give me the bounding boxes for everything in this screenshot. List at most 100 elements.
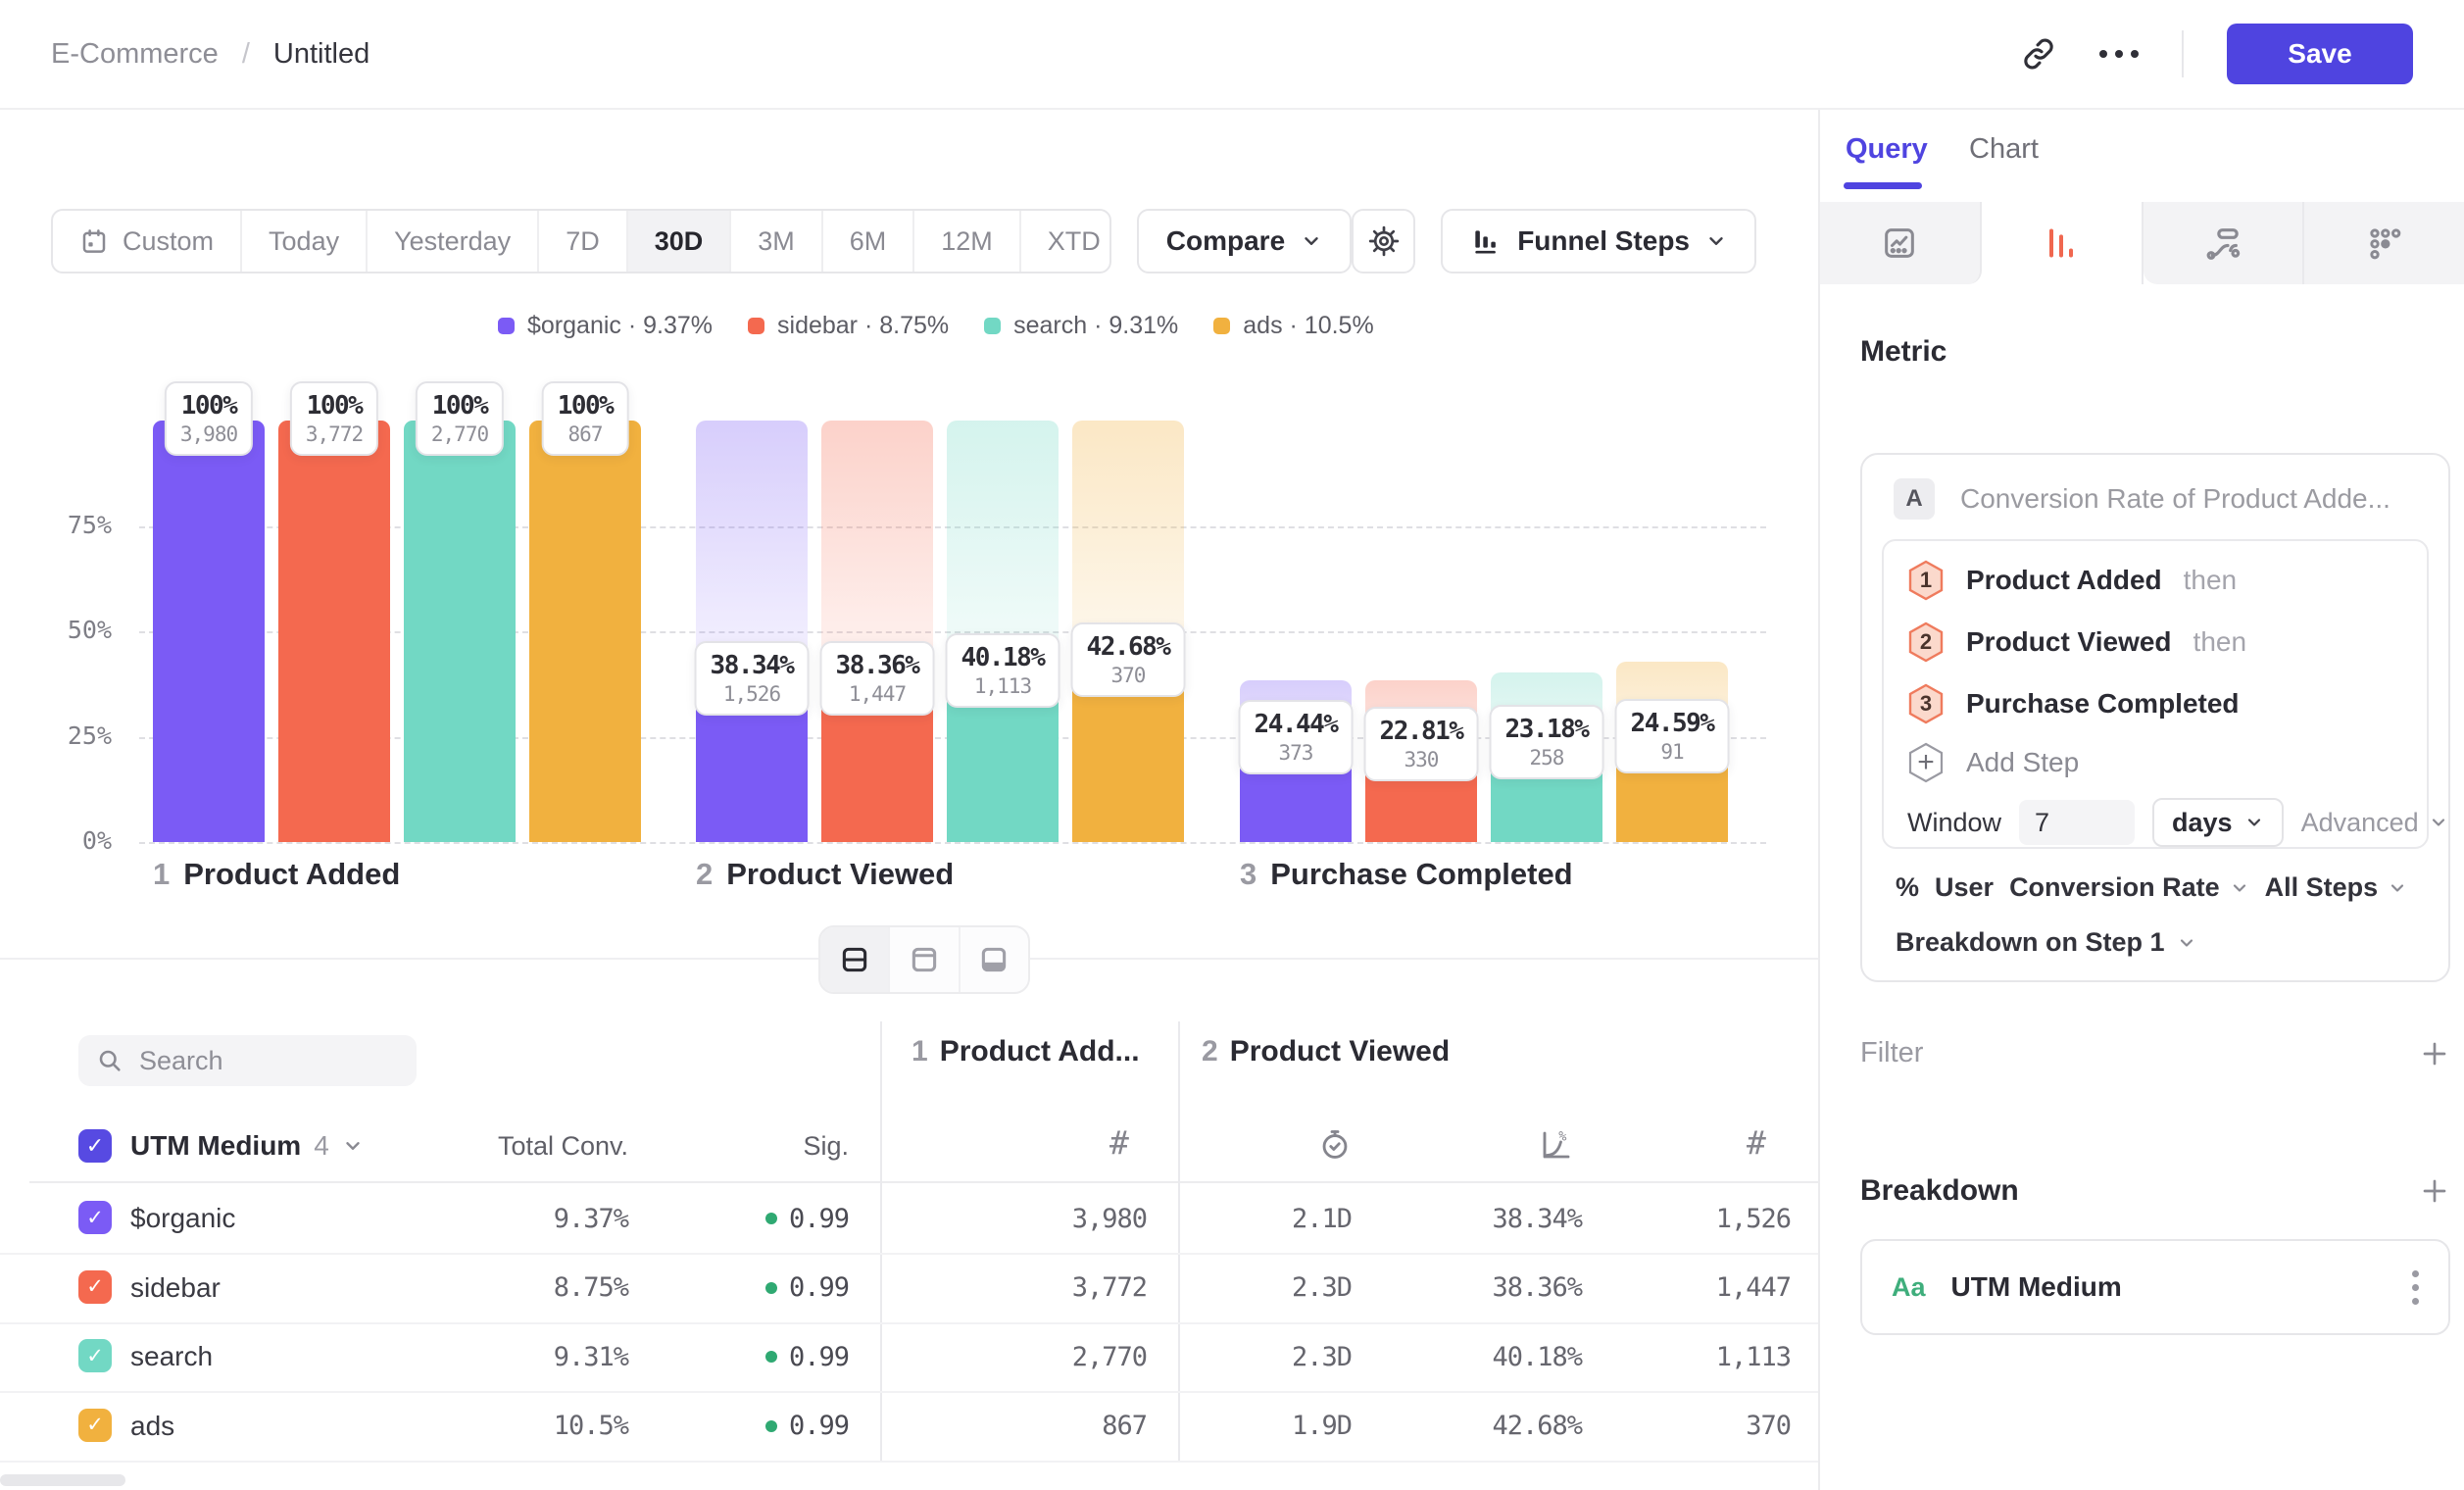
count-column-hash-icon[interactable]: # xyxy=(1747,1123,1766,1162)
step-number: 3 xyxy=(1240,857,1257,891)
breakdown-on-step-dropdown[interactable]: Breakdown on Step 1 xyxy=(1896,927,2196,958)
bar-value-label: 100%3,980 xyxy=(165,381,253,456)
tab-chart[interactable]: Chart xyxy=(1969,133,2039,166)
metric-formula-row[interactable]: A Conversion Rate of Product Adde... xyxy=(1894,478,2390,520)
funnel-bar-step1-ads[interactable] xyxy=(529,421,641,842)
report-title[interactable]: Untitled xyxy=(273,38,370,71)
funnel-step-item-1[interactable]: 1Product Addedthen xyxy=(1884,549,2427,611)
conversion-rate-column-chart-icon[interactable]: % xyxy=(1539,1127,1574,1167)
funnel-bar-step1-sidebar[interactable] xyxy=(278,421,390,842)
insights-report-tab[interactable] xyxy=(1820,202,1982,284)
breakdown-property-item[interactable]: Aa UTM Medium xyxy=(1860,1239,2450,1335)
add-filter-icon[interactable] xyxy=(2419,1038,2450,1069)
add-step-button[interactable]: + Add Step xyxy=(1884,734,2427,791)
string-type-icon: Aa xyxy=(1892,1272,1926,1303)
layout-split-view-button[interactable] xyxy=(820,927,890,992)
measurement-metric-label: Conversion Rate xyxy=(2009,872,2220,903)
row-checkbox[interactable]: ✓ xyxy=(78,1339,112,1372)
funnel-step-item-3[interactable]: 3Purchase Completed xyxy=(1884,672,2427,734)
row-conv-rate: 40.18% xyxy=(1386,1322,1582,1391)
date-range-yesterday[interactable]: Yesterday xyxy=(368,211,539,272)
row-conv-rate: 38.36% xyxy=(1386,1254,1582,1322)
window-unit-dropdown[interactable]: days xyxy=(2152,798,2284,847)
breakdown-column-header[interactable]: UTM Medium 4 xyxy=(130,1125,364,1167)
layout-table-only-button[interactable] xyxy=(961,927,1028,992)
date-range-xtd[interactable]: XTD xyxy=(1021,211,1111,272)
legend-label: search · 9.31% xyxy=(1013,312,1178,340)
count-column-hash-icon[interactable]: # xyxy=(1109,1123,1129,1162)
row-step1-count: 3,980 xyxy=(951,1184,1147,1253)
avg-time-column-clock-icon[interactable] xyxy=(1317,1127,1353,1167)
table-search xyxy=(78,1035,417,1086)
table-row-search[interactable]: ✓search9.31%0.992,7702.3D40.18%1,113 xyxy=(0,1322,1818,1393)
save-button[interactable]: Save xyxy=(2227,24,2413,84)
advanced-toggle[interactable]: Advanced xyxy=(2301,808,2448,838)
row-avg-time: 2.3D xyxy=(1156,1322,1352,1391)
step-name: Product Added xyxy=(183,857,400,891)
retention-report-tab[interactable] xyxy=(2304,202,2464,284)
step-connector: then xyxy=(2184,565,2238,596)
significance-column-header[interactable]: Sig. xyxy=(702,1131,849,1162)
breakdown-property-name: UTM Medium xyxy=(1951,1271,2122,1303)
date-range-30d[interactable]: 30D xyxy=(628,211,732,272)
funnel-bar-step1-search[interactable] xyxy=(404,421,516,842)
row-checkbox[interactable]: ✓ xyxy=(78,1201,112,1234)
query-panel: Query Chart xyxy=(1818,110,2464,1490)
bar-value-label: 38.36%1,447 xyxy=(820,641,935,716)
layout-chart-only-button[interactable] xyxy=(890,927,960,992)
tab-query[interactable]: Query xyxy=(1846,133,1928,166)
row-total-conv: 8.75% xyxy=(432,1254,628,1322)
chart-settings-button[interactable] xyxy=(1352,209,1415,273)
step-name: Purchase Completed xyxy=(1270,857,1572,891)
measurement-entity[interactable]: User xyxy=(1935,872,1994,903)
compare-button[interactable]: Compare xyxy=(1137,209,1352,273)
flows-icon xyxy=(2203,224,2242,263)
breadcrumb: E-Commerce / Untitled xyxy=(51,38,370,71)
breakdown-section: Breakdown xyxy=(1860,1174,2450,1208)
copy-link-icon[interactable] xyxy=(2021,36,2056,72)
table-header-border xyxy=(29,1181,1818,1183)
flows-report-tab[interactable] xyxy=(2144,202,2305,284)
chart-toolbar: Custom Today Yesterday 7D 30D 3M6M12M XTD Comp… xyxy=(51,209,1756,273)
funnel-step-item-2[interactable]: 2Product Viewedthen xyxy=(1884,611,2427,672)
date-range-6m[interactable]: 6M xyxy=(823,211,915,272)
funnels-report-tab[interactable] xyxy=(1982,202,2144,284)
date-range-label: Yesterday xyxy=(394,226,511,257)
horizontal-scrollbar[interactable] xyxy=(0,1474,125,1486)
breadcrumb-parent[interactable]: E-Commerce xyxy=(51,38,219,71)
window-unit-label: days xyxy=(2172,808,2233,838)
add-breakdown-icon[interactable] xyxy=(2419,1175,2450,1207)
date-range-label: XTD xyxy=(1048,226,1101,257)
table-row-organic[interactable]: ✓$organic9.37%0.993,9802.1D38.34%1,526 xyxy=(0,1184,1818,1255)
breakdown-value-count: 4 xyxy=(314,1130,329,1162)
row-checkbox[interactable]: ✓ xyxy=(78,1409,112,1442)
date-range-custom[interactable]: Custom xyxy=(53,211,242,272)
more-options-icon[interactable] xyxy=(2099,50,2139,58)
window-value-input[interactable] xyxy=(2019,800,2135,845)
date-range-12m[interactable]: 12M xyxy=(914,211,1021,272)
legend-item-ads[interactable]: ads · 10.5% xyxy=(1213,312,1373,340)
legend-item-organic[interactable]: $organic · 9.37% xyxy=(498,312,713,340)
chart-type-button[interactable]: Funnel Steps xyxy=(1441,209,1756,273)
search-input[interactable] xyxy=(137,1045,399,1077)
measurement-metric-dropdown[interactable]: Conversion Rate xyxy=(2009,872,2249,903)
bar-conversion-pct: 24.44% xyxy=(1255,709,1338,740)
legend-item-search[interactable]: search · 9.31% xyxy=(984,312,1178,340)
row-checkbox[interactable]: ✓ xyxy=(78,1270,112,1304)
date-range-3m[interactable]: 3M xyxy=(731,211,823,272)
table-row-sidebar[interactable]: ✓sidebar8.75%0.993,7722.3D38.36%1,447 xyxy=(0,1254,1818,1324)
bar-count: 867 xyxy=(558,422,614,447)
date-range-label: 30D xyxy=(655,226,704,257)
date-range-label: Today xyxy=(269,226,339,257)
funnel-bar-step1-organic[interactable] xyxy=(153,421,265,842)
measurement-scope-dropdown[interactable]: All Steps xyxy=(2265,872,2408,903)
select-all-checkbox[interactable]: ✓ xyxy=(78,1129,112,1163)
total-conversion-column-header[interactable]: Total Conv. xyxy=(432,1131,628,1162)
breakdown-section-label: Breakdown xyxy=(1860,1174,2019,1208)
date-range-7d[interactable]: 7D xyxy=(539,211,628,272)
date-range-today[interactable]: Today xyxy=(242,211,368,272)
kebab-menu-icon[interactable] xyxy=(2412,1270,2419,1305)
legend-item-sidebar[interactable]: sidebar · 8.75% xyxy=(748,312,949,340)
y-axis-tick: 75% xyxy=(27,511,112,539)
table-row-ads[interactable]: ✓ads10.5%0.998671.9D42.68%370 xyxy=(0,1392,1818,1463)
